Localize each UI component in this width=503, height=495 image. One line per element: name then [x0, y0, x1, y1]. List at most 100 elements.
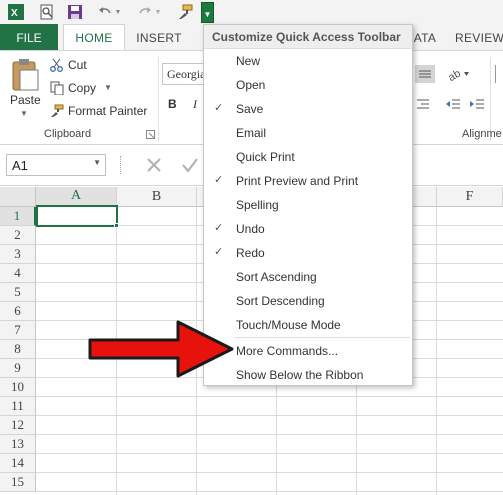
bold-button[interactable]: B	[168, 97, 177, 111]
cut-button[interactable]: Cut	[68, 58, 87, 72]
row-header-10[interactable]: 10	[0, 378, 36, 397]
menu-item-save[interactable]: ✓ Save	[204, 97, 412, 121]
format-painter-button[interactable]: Format Painter	[68, 104, 147, 118]
undo-dropdown-icon[interactable]: ▼	[113, 2, 123, 22]
menu-item-label: Open	[236, 78, 266, 92]
increase-indent-icon[interactable]	[467, 96, 487, 112]
checkmark-icon: ✓	[214, 222, 224, 234]
fill-handle[interactable]	[114, 223, 119, 228]
paste-icon[interactable]	[10, 58, 40, 92]
selected-cell-a1[interactable]	[36, 205, 118, 227]
tab-insert[interactable]: INSERT	[133, 24, 185, 51]
menu-item-undo[interactable]: ✓ Undo	[204, 217, 412, 241]
quick-access-toolbar: X ▼ ▼ ▼	[0, 0, 503, 24]
copy-dropdown-icon[interactable]: ▼	[104, 83, 112, 92]
checkmark-icon: ✓	[214, 246, 224, 258]
grid-line	[36, 491, 503, 492]
menu-item-print-preview[interactable]: ✓ Print Preview and Print	[204, 169, 412, 193]
row-header-14[interactable]: 14	[0, 454, 36, 473]
copy-button[interactable]: Copy	[68, 81, 96, 95]
name-box[interactable]: A1 ▼	[6, 154, 106, 176]
excel-logo-icon: X	[6, 2, 26, 22]
orientation-icon[interactable]: ab	[447, 65, 471, 83]
row-header-11[interactable]: 11	[0, 397, 36, 416]
svg-text:ab: ab	[448, 68, 463, 81]
checkmark-icon: ✓	[214, 174, 224, 186]
italic-button[interactable]: I	[193, 97, 197, 112]
red-arrow-icon	[88, 320, 234, 378]
row-header-13[interactable]: 13	[0, 435, 36, 454]
menu-item-label: Quick Print	[236, 150, 295, 164]
ribbon-separator	[158, 57, 159, 141]
menu-item-label: Sort Descending	[236, 294, 325, 308]
menu-item-label: Redo	[236, 246, 265, 260]
menu-item-label: More Commands...	[236, 344, 339, 358]
format-painter-icon	[50, 104, 64, 118]
wrap-text-icon[interactable]	[495, 65, 503, 83]
tab-home[interactable]: HOME	[63, 24, 125, 51]
menu-item-label: Touch/Mouse Mode	[236, 318, 341, 332]
grid-line	[436, 207, 437, 495]
menu-item-sort-descending[interactable]: Sort Descending	[204, 289, 412, 313]
grid-line	[36, 472, 503, 473]
cancel-icon[interactable]	[142, 154, 166, 176]
row-header-2[interactable]: 2	[0, 226, 36, 245]
menu-item-quick-print[interactable]: Quick Print	[204, 145, 412, 169]
redo-dropdown-icon[interactable]: ▼	[153, 2, 163, 22]
grid-line	[36, 453, 503, 454]
row-header-12[interactable]: 12	[0, 416, 36, 435]
cut-icon	[50, 58, 64, 72]
menu-item-label: Save	[236, 102, 264, 116]
menu-item-label: Sort Ascending	[236, 270, 317, 284]
tab-file[interactable]: FILE	[0, 24, 58, 51]
row-header-1[interactable]: 1	[0, 207, 36, 226]
format-painter-icon[interactable]	[175, 2, 195, 22]
select-all-corner[interactable]	[0, 187, 36, 207]
paste-dropdown-icon[interactable]: ▼	[20, 109, 28, 118]
row-header-7[interactable]: 7	[0, 321, 36, 340]
menu-item-label: Spelling	[236, 198, 279, 212]
row-header-5[interactable]: 5	[0, 283, 36, 302]
row-header-4[interactable]: 4	[0, 264, 36, 283]
name-box-dropdown-icon[interactable]: ▼	[93, 158, 101, 167]
menu-item-label: New	[236, 54, 261, 68]
menu-item-spelling[interactable]: Spelling	[204, 193, 412, 217]
menu-item-email[interactable]: Email	[204, 121, 412, 145]
redo-icon[interactable]	[135, 2, 155, 22]
menu-item-label: Undo	[236, 222, 265, 236]
menu-title: Customize Quick Access Toolbar	[204, 25, 412, 49]
name-box-value: A1	[12, 158, 28, 173]
tab-data[interactable]: ATA	[410, 24, 440, 51]
menu-item-label: Email	[236, 126, 267, 140]
column-header-b[interactable]: B	[117, 187, 197, 207]
menu-item-sort-ascending[interactable]: Sort Ascending	[204, 265, 412, 289]
align-middle-icon[interactable]	[415, 65, 435, 83]
formula-bar-grip	[120, 156, 123, 174]
menu-item-label: Show Below the Ribbon	[236, 368, 364, 382]
row-header-9[interactable]: 9	[0, 359, 36, 378]
row-header-3[interactable]: 3	[0, 245, 36, 264]
enter-icon[interactable]	[178, 154, 202, 176]
svg-text:X: X	[11, 8, 18, 19]
clipboard-group-label: Clipboard	[44, 128, 92, 140]
customize-dropdown-icon[interactable]: ▼	[201, 2, 214, 23]
column-header-f[interactable]: F	[437, 187, 503, 207]
align-right-icon[interactable]	[413, 96, 433, 112]
print-preview-icon[interactable]	[37, 2, 57, 22]
undo-icon[interactable]	[95, 2, 115, 22]
menu-item-new[interactable]: New	[204, 49, 412, 73]
menu-item-open[interactable]: Open	[204, 73, 412, 97]
column-header-a[interactable]: A	[36, 187, 117, 207]
menu-separator	[234, 337, 410, 338]
dialog-launcher-icon[interactable]	[146, 130, 155, 139]
row-header-6[interactable]: 6	[0, 302, 36, 321]
row-header-8[interactable]: 8	[0, 340, 36, 359]
decrease-indent-icon[interactable]	[443, 96, 463, 112]
alignment-group-label: Alignme	[462, 128, 502, 140]
tab-review[interactable]: REVIEW	[455, 24, 503, 51]
row-header-15[interactable]: 15	[0, 473, 36, 492]
paste-button[interactable]: Paste	[10, 93, 41, 107]
grid-line	[36, 396, 503, 397]
save-icon[interactable]	[65, 2, 85, 22]
menu-item-redo[interactable]: ✓ Redo	[204, 241, 412, 265]
